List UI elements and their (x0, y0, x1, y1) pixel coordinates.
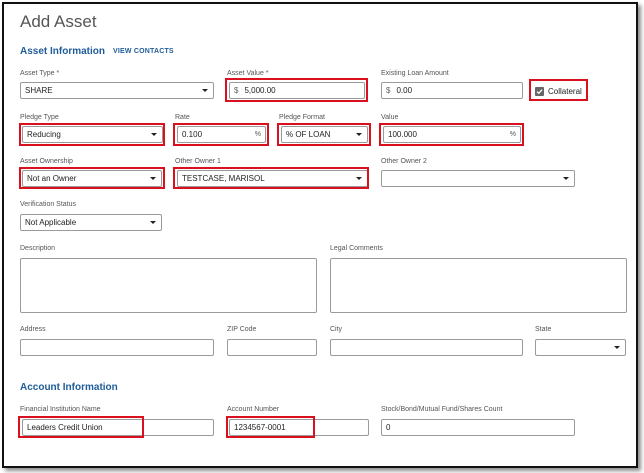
stock-count-value: 0 (386, 423, 391, 432)
dollar-icon: $ (386, 86, 391, 95)
zip-input[interactable] (227, 339, 317, 356)
existing-loan-label: Existing Loan Amount (381, 70, 449, 77)
highlight-box (225, 78, 368, 102)
asset-information-heading: Asset Information (20, 46, 106, 57)
highlight-box (19, 167, 165, 189)
city-input[interactable] (330, 339, 523, 356)
asset-value-label: Asset Value * (227, 70, 269, 77)
address-input[interactable] (20, 339, 214, 356)
add-asset-window: Add Asset Asset Information VIEW CONTACT… (2, 2, 638, 468)
description-label: Description (20, 245, 56, 252)
highlight-box (19, 123, 165, 146)
chevron-down-icon (614, 346, 620, 349)
state-label: State (535, 326, 552, 333)
verification-status-value: Not Applicable (25, 218, 77, 227)
chevron-down-icon (202, 89, 208, 92)
account-number-label: Account Number (227, 406, 280, 413)
asset-type-select[interactable]: SHARE (20, 82, 214, 99)
legal-comments-textarea[interactable] (330, 258, 627, 313)
chevron-down-icon (563, 177, 569, 180)
institution-label: Financial Institution Name (20, 406, 101, 413)
state-select[interactable] (535, 339, 626, 356)
existing-loan-value: 0.00 (396, 86, 413, 95)
view-contacts-link[interactable]: VIEW CONTACTS (113, 48, 174, 55)
highlight-box (173, 123, 269, 146)
zip-label: ZIP Code (227, 326, 257, 333)
page-title: Add Asset (20, 12, 97, 31)
highlight-box (226, 416, 315, 438)
verification-status-label: Verification Status (20, 201, 77, 208)
existing-loan-input[interactable]: $ 0.00 (381, 82, 523, 99)
value-label: Value (381, 114, 399, 121)
pledge-format-label: Pledge Format (279, 114, 325, 121)
account-information-heading: Account Information (20, 382, 118, 393)
highlight-box (277, 123, 371, 146)
other-owner-2-select[interactable] (381, 170, 575, 187)
other-owner-2-label: Other Owner 2 (381, 158, 427, 165)
rate-label: Rate (175, 114, 190, 121)
highlight-box (173, 167, 369, 189)
stock-count-label: Stock/Bond/Mutual Fund/Shares Count (381, 406, 503, 413)
highlight-box (379, 123, 524, 146)
address-label: Address (20, 326, 46, 333)
highlight-box (18, 416, 144, 438)
legal-comments-label: Legal Comments (330, 245, 383, 252)
city-label: City (330, 326, 343, 333)
stock-count-input[interactable]: 0 (381, 419, 575, 436)
chevron-down-icon (150, 221, 156, 224)
pledge-type-label: Pledge Type (20, 114, 59, 121)
asset-ownership-label: Asset Ownership (20, 158, 73, 165)
verification-status-select[interactable]: Not Applicable (20, 214, 162, 231)
other-owner-1-label: Other Owner 1 (175, 158, 221, 165)
highlight-box (529, 79, 588, 101)
asset-type-label: Asset Type * (20, 70, 60, 77)
asset-type-value: SHARE (25, 86, 53, 95)
description-textarea[interactable] (20, 258, 317, 313)
